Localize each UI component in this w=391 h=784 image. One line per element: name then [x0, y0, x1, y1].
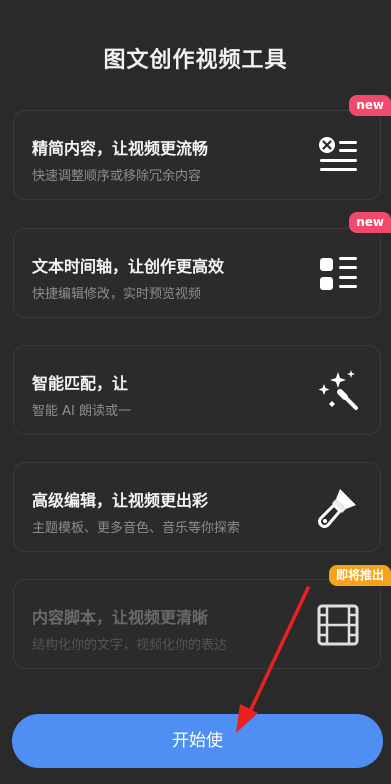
- red-arrow-annotation: [236, 586, 310, 733]
